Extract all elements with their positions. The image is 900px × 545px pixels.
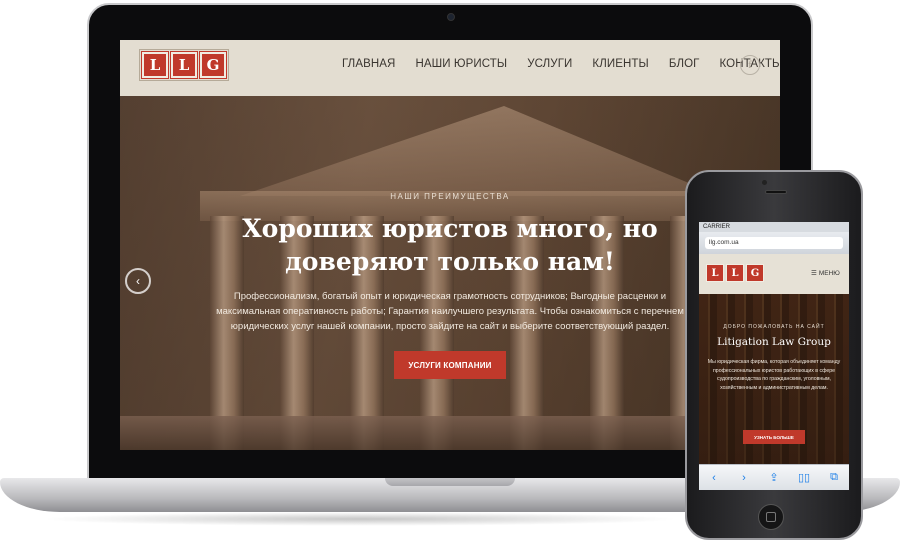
mobile-header: L L G ☰ МЕНЮ: [699, 254, 849, 294]
mobile-screen: CARRIER llg.com.ua L L G ☰ МЕНЮ ДОБРО ПО…: [699, 222, 849, 490]
facebook-icon[interactable]: f: [740, 55, 760, 75]
nav-item-services[interactable]: УСЛУГИ: [527, 58, 572, 70]
hero-slider: ‹ НАШИ ПРЕИМУЩЕСТВА Хороших юристов мног…: [120, 96, 780, 450]
url-field[interactable]: llg.com.ua: [705, 237, 843, 249]
phone-camera-icon: [762, 180, 767, 185]
tabs-icon[interactable]: ⧉: [827, 471, 841, 484]
logo-letter: L: [726, 264, 744, 282]
desktop-screen: L L G ГЛАВНАЯ НАШИ ЮРИСТЫ УСЛУГИ КЛИЕНТЫ…: [120, 40, 780, 450]
nav-item-home[interactable]: ГЛАВНАЯ: [342, 58, 395, 70]
hero-background-pediment: [240, 106, 720, 196]
mobile-hero-text: Мы юридическая фирма, которая объединяет…: [707, 359, 841, 391]
share-icon[interactable]: ⇪: [767, 471, 781, 484]
mobile-hero-title: Litigation Law Group: [717, 336, 831, 348]
hamburger-icon: ☰: [811, 270, 817, 277]
learn-more-button[interactable]: УЗНАТЬ БОЛЬШЕ: [743, 430, 805, 444]
home-square-icon: [766, 512, 776, 522]
mobile-menu-button[interactable]: ☰ МЕНЮ: [811, 269, 840, 278]
browser-address-bar: llg.com.ua: [699, 232, 849, 254]
forward-icon[interactable]: ›: [737, 472, 751, 484]
services-button[interactable]: УСЛУГИ КОМПАНИИ: [394, 351, 506, 379]
logo-letter: G: [746, 264, 764, 282]
nav-item-lawyers[interactable]: НАШИ ЮРИСТЫ: [415, 58, 507, 70]
laptop-notch: [385, 478, 515, 486]
nav-item-clients[interactable]: КЛИЕНТЫ: [592, 58, 648, 70]
hero-title: Хороших юристов много, но доверяют тольк…: [242, 214, 658, 276]
hero-eyebrow: НАШИ ПРЕИМУЩЕСТВА: [390, 192, 510, 201]
hero-text: Профессионализм, богатый опыт и юридичес…: [216, 291, 684, 332]
logo-letter: G: [199, 51, 227, 79]
site-logo[interactable]: L L G: [141, 51, 227, 79]
browser-toolbar: ‹ › ⇪ ▯▯ ⧉: [699, 464, 849, 490]
hero-background-steps: [120, 416, 780, 450]
camera-icon: [447, 13, 455, 21]
bookmarks-icon[interactable]: ▯▯: [797, 471, 811, 484]
carrier-label: CARRIER: [703, 224, 731, 230]
mobile-hero-eyebrow: ДОБРО ПОЖАЛОВАТЬ НА САЙТ: [723, 324, 825, 330]
logo-letter: L: [170, 51, 198, 79]
logo-letter: L: [141, 51, 169, 79]
mobile-hero: ДОБРО ПОЖАЛОВАТЬ НА САЙТ Litigation Law …: [699, 294, 849, 464]
nav-item-blog[interactable]: БЛОГ: [669, 58, 700, 70]
status-bar: CARRIER: [699, 222, 849, 232]
slider-prev-icon[interactable]: ‹: [125, 268, 151, 294]
back-icon[interactable]: ‹: [707, 472, 721, 484]
menu-label: МЕНЮ: [818, 269, 840, 277]
earpiece: [765, 190, 787, 194]
main-nav: ГЛАВНАЯ НАШИ ЮРИСТЫ УСЛУГИ КЛИЕНТЫ БЛОГ …: [342, 58, 780, 70]
site-header: L L G ГЛАВНАЯ НАШИ ЮРИСТЫ УСЛУГИ КЛИЕНТЫ…: [120, 40, 780, 96]
laptop-shadow: [40, 512, 680, 526]
mobile-logo[interactable]: L L G: [706, 264, 764, 282]
logo-letter: L: [706, 264, 724, 282]
